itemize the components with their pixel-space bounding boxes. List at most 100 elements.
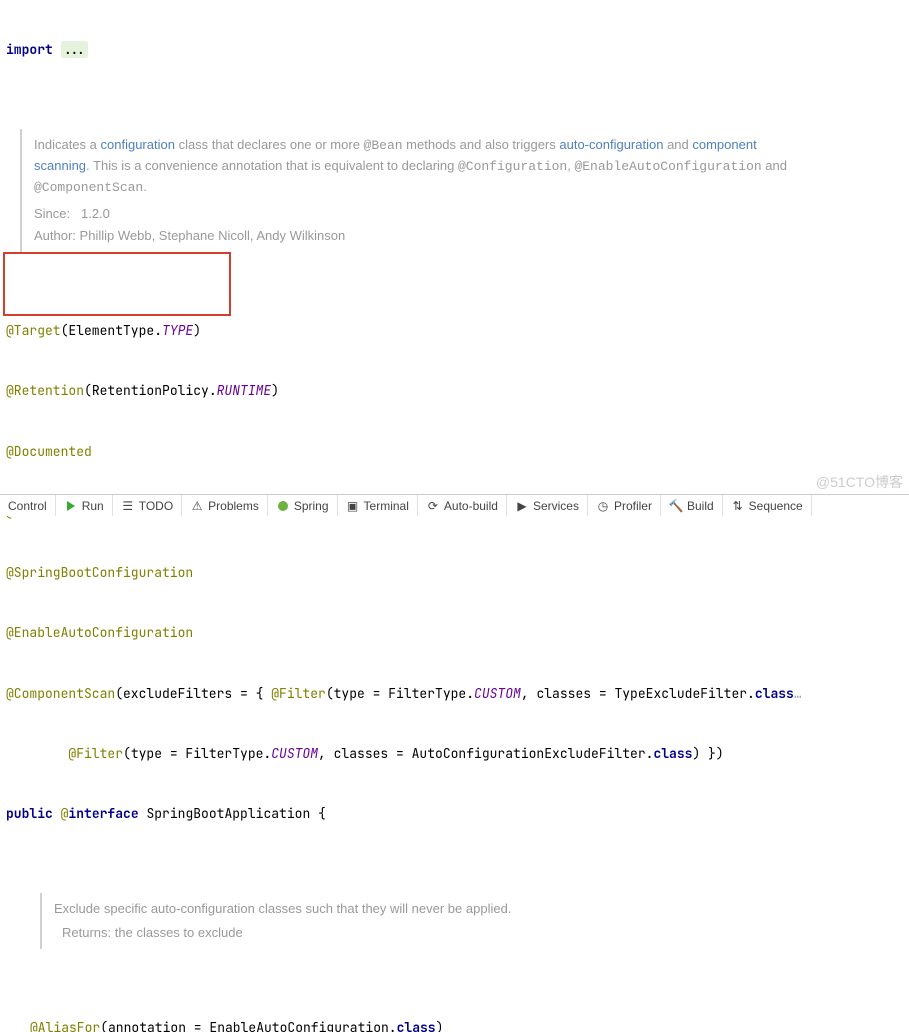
retention-line: @Retention(RetentionPolicy.RUNTIME) (0, 381, 909, 401)
tb-build[interactable]: 🔨 Build (661, 495, 723, 516)
annotation-documented: @Documented (6, 443, 92, 460)
build-icon: 🔨 (669, 499, 683, 513)
doc-text: and (762, 158, 787, 173)
target-args-l: (ElementType. (61, 322, 162, 339)
bottom-toolbar: Control Run ☰TODO ⚠ Problems Spring ▣ Term… (0, 494, 909, 516)
filter2-end: ) }) (692, 745, 723, 762)
autobuild-icon: ⟳ (426, 499, 440, 513)
doc-mono-bean: @Bean (364, 138, 403, 153)
tb-services-label: Services (533, 499, 579, 513)
tb-autobuild[interactable]: ⟳ Auto-build (418, 495, 507, 516)
alias-args-l: (annotation = EnableAutoConfiguration. (100, 1019, 396, 1032)
cs-line2: @Filter(type = FilterType.CUSTOM, classe… (0, 744, 909, 764)
problems-icon: ⚠ (190, 499, 204, 513)
annotation-aliasfor: @AliasFor (30, 1019, 100, 1032)
since-row: Since: 1.2.0 (34, 204, 808, 224)
code-editor[interactable]: import ... Indicates a configuration cla… (0, 0, 909, 1032)
annotation-componentscan: @ComponentScan (6, 685, 115, 702)
filter1-class: class (755, 685, 794, 702)
returns-label: Returns: (62, 925, 111, 940)
tb-todo[interactable]: ☰TODO (113, 495, 182, 516)
filter1-mid: , classes = TypeExcludeFilter. (521, 685, 755, 702)
exclude-returns: Returns: the classes to exclude (54, 923, 828, 943)
doc-link-autoconfig[interactable]: auto-configuration (559, 137, 663, 152)
tb-run-label: Run (82, 499, 104, 513)
doc-text: class that declares one or more (175, 137, 364, 152)
import-folded[interactable]: ... (61, 41, 88, 58)
cs-args-l: (excludeFilters = { (115, 685, 271, 702)
doc-text: methods and also triggers (403, 137, 560, 152)
doc-text: Indicates a (34, 137, 101, 152)
tb-profiler[interactable]: ◷ Profiler (588, 495, 661, 516)
tb-profiler-label: Profiler (614, 499, 652, 513)
cs-line: @ComponentScan(excludeFilters = { @Filte… (0, 684, 909, 704)
filter2-args-l: (type = FilterType. (123, 745, 271, 762)
retention-const: RUNTIME (217, 382, 272, 399)
filter1: @Filter (271, 685, 326, 702)
retention-args-r: ) (271, 382, 279, 399)
profiler-icon: ◷ (596, 499, 610, 513)
annotation-enableautoconfiguration: @EnableAutoConfiguration (6, 624, 193, 641)
tb-services[interactable]: ▶Services (507, 495, 588, 516)
tb-sequence[interactable]: ⇅ Sequence (723, 495, 812, 516)
filter1-args-l: (type = FilterType. (326, 685, 474, 702)
tb-problems[interactable]: ⚠ Problems (182, 495, 268, 516)
type-name: SpringBootApplication { (146, 805, 325, 822)
todo-icon: ☰ (121, 499, 135, 513)
annotation-target: @Target (6, 322, 61, 339)
kw-public: public (6, 805, 61, 822)
alias-class: class (397, 1019, 436, 1032)
tb-autobuild-label: Auto-build (444, 499, 498, 513)
tb-terminal[interactable]: ▣ Terminal (338, 495, 418, 516)
exclude-doc-line1: Exclude specific auto-configuration clas… (54, 899, 828, 919)
class-javadoc: Indicates a configuration class that dec… (20, 129, 820, 253)
doc-text: . (143, 179, 147, 194)
since-value: 1.2.0 (81, 206, 110, 221)
filter2-class: class (653, 745, 692, 762)
author-label: Author: (34, 228, 76, 243)
at: @ (61, 805, 69, 822)
import-line: import ... (0, 40, 909, 60)
sequence-icon: ⇅ (731, 499, 745, 513)
tb-terminal-label: Terminal (364, 499, 409, 513)
run-icon (64, 499, 78, 513)
annotation-springbootconfiguration: @SpringBootConfiguration (6, 564, 193, 581)
doc-text: . This is a convenience annotation that … (86, 158, 458, 173)
doc-text: and (663, 137, 692, 152)
doc-link-configuration[interactable]: configuration (101, 137, 175, 152)
since-label: Since: (34, 206, 70, 221)
sbc-line: @SpringBootConfiguration (0, 563, 909, 583)
tb-control-label: Control (8, 499, 47, 513)
method-javadoc-exclude: Exclude specific auto-configuration clas… (40, 893, 840, 949)
import-keyword: import (6, 41, 53, 58)
retention-args-l: (RetentionPolicy. (84, 382, 217, 399)
filter2: @Filter (68, 745, 123, 762)
target-line: @Target(ElementType.TYPE) (0, 321, 909, 341)
kw-interface: interface (68, 805, 146, 822)
author-row: Author: Phillip Webb, Stephane Nicoll, A… (34, 226, 808, 246)
doc-mono-eac: @EnableAutoConfiguration (574, 159, 761, 174)
filter2-const: CUSTOM (271, 745, 318, 762)
returns-value: the classes to exclude (115, 925, 243, 940)
target-args-r: ) (193, 322, 201, 339)
doc-mono-cs: @ComponentScan (34, 180, 143, 195)
tb-spring[interactable]: Spring (268, 495, 338, 516)
filter2-mid: , classes = AutoConfigurationExcludeFilt… (318, 745, 653, 762)
author-value: Phillip Webb, Stephane Nicoll, Andy Wilk… (80, 228, 346, 243)
filter1-const: CUSTOM (474, 685, 521, 702)
tb-spring-label: Spring (294, 499, 329, 513)
annotation-retention: @Retention (6, 382, 84, 399)
tb-run[interactable]: Run (56, 495, 113, 516)
aliasfor-line: @AliasFor(annotation = EnableAutoConfigu… (0, 1018, 909, 1032)
declaration-line: public @interface SpringBootApplication … (0, 804, 909, 824)
tb-problems-label: Problems (208, 499, 259, 513)
cut-right: … (794, 685, 802, 702)
tb-build-label: Build (687, 499, 714, 513)
terminal-icon: ▣ (346, 499, 360, 513)
tb-sequence-label: Sequence (749, 499, 803, 513)
target-const: TYPE (162, 322, 193, 339)
doc-mono-conf: @Configuration (458, 159, 567, 174)
alias-end: ) (436, 1019, 444, 1032)
tb-control[interactable]: Control (0, 495, 56, 516)
spring-icon (276, 499, 290, 513)
